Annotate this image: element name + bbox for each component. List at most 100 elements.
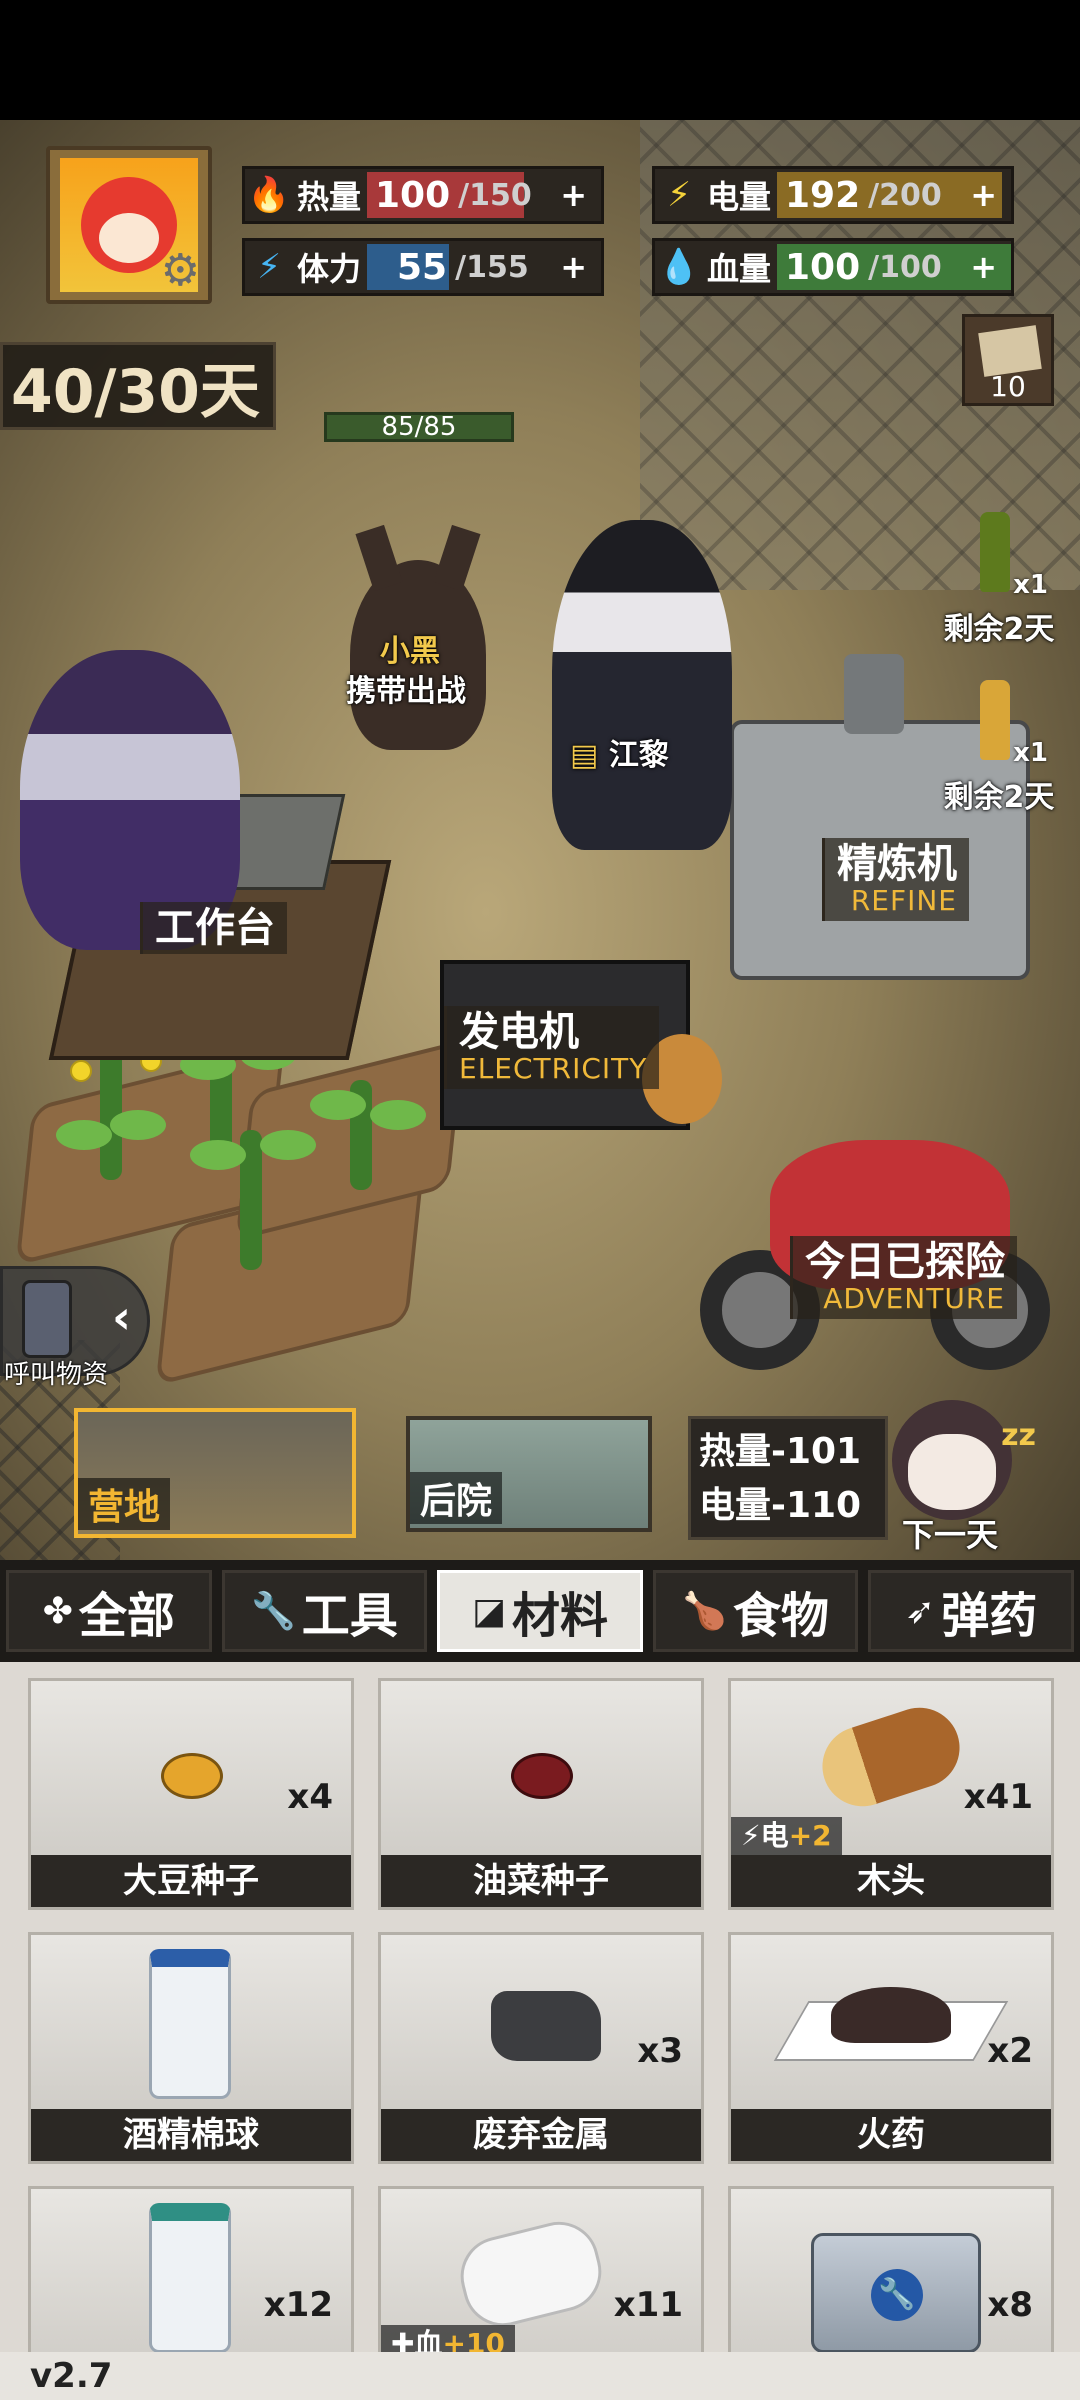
item-toolbox[interactable]: 🔧 x8	[728, 2186, 1054, 2352]
gear-icon[interactable]: ⚙	[161, 245, 200, 296]
stat-health-plus-button[interactable]: +	[970, 248, 997, 286]
player-avatar[interactable]: ⚙	[46, 146, 212, 304]
fuel-bottle-icon	[980, 680, 1010, 760]
stat-power-max: /200	[868, 177, 942, 213]
scrap-metal-icon	[491, 1991, 601, 2061]
location-camp[interactable]: 营地	[74, 1408, 356, 1538]
adventure-label[interactable]: 今日已探险 ADVENTURE	[790, 1236, 1017, 1319]
item-name: 火药	[731, 2109, 1051, 2161]
stat-health-label: 血量	[707, 250, 772, 288]
day-counter: 40/30天	[0, 342, 276, 430]
bottom-strip	[0, 2352, 1080, 2400]
item-qty: x4	[287, 1777, 333, 1817]
dog-action[interactable]: 携带出战	[346, 666, 466, 710]
next-day-label: 下一天	[902, 1516, 999, 1554]
tab-materials[interactable]: ◪ 材料	[437, 1570, 643, 1652]
item-qty: x12	[263, 2285, 333, 2325]
stat-power-label: 电量	[707, 178, 772, 216]
call-supplies-label: 呼叫物资	[4, 1360, 109, 1390]
item-gunpowder[interactable]: x2 火药	[728, 1932, 1054, 2164]
generator-label[interactable]: 发电机 ELECTRICITY	[444, 1006, 660, 1089]
item-wood[interactable]: x41 ⚡电+2 木头	[728, 1678, 1054, 1910]
call-supplies-button[interactable]: ‹ 呼叫物资	[0, 1266, 160, 1390]
workbench-label[interactable]: 工作台	[140, 902, 287, 954]
letter-count: 10	[990, 370, 1026, 403]
stat-stamina-plus-button[interactable]: +	[560, 248, 587, 286]
stat-health[interactable]: 💧 血量 100 /100 +	[652, 238, 1014, 296]
rapeseed-icon	[511, 1753, 573, 1799]
sleeping-character-icon	[892, 1400, 1012, 1520]
refiner-output-1-remaining: 剩余2天	[943, 612, 1055, 647]
item-bonus: ⚡电+2	[731, 1817, 842, 1855]
cost-heat: 热量-101	[699, 1431, 862, 1472]
refiner-output-1[interactable]: x1 剩余2天	[934, 512, 1054, 647]
item-qty: x2	[987, 2031, 1033, 2071]
stat-stamina[interactable]: ⚡ 体力 55 /155 +	[242, 238, 604, 296]
drumstick-icon: 🍗	[682, 1591, 727, 1632]
refiner-output-2[interactable]: x1 剩余2天	[934, 680, 1054, 815]
next-day-button[interactable]: zz 下一天	[876, 1400, 1036, 1554]
tab-food[interactable]: 🍗 食物	[652, 1570, 859, 1652]
inventory-grid: x4 大豆种子 油菜种子 x41 ⚡电+2 木头 酒精棉球 x3 废弃金属 x2…	[0, 1662, 1080, 2352]
tab-materials-label: 材料	[511, 1588, 608, 1644]
tab-ammo-label: 弹药	[941, 1588, 1038, 1644]
antibiotic-jar-icon	[149, 2203, 231, 2352]
version-label: v2.7	[30, 2356, 113, 2396]
item-name: 油菜种子	[381, 1855, 701, 1907]
item-name: 废弃金属	[381, 2109, 701, 2161]
officer-name[interactable]: ▤ 江黎	[570, 730, 669, 774]
item-bonus-value: +10	[442, 2327, 505, 2352]
item-name: 酒精棉球	[31, 2109, 351, 2161]
location-camp-label: 营地	[78, 1478, 171, 1530]
cost-power: 电量-110	[699, 1485, 862, 1526]
item-rapeseed-seed[interactable]: 油菜种子	[378, 1678, 704, 1910]
location-backyard-label: 后院	[410, 1472, 503, 1524]
radio-icon	[22, 1280, 72, 1358]
item-antibiotic[interactable]: x12	[28, 2186, 354, 2352]
next-day-cost: 热量-101 电量-110	[688, 1416, 888, 1540]
letter-button[interactable]: 10	[962, 314, 1054, 406]
tab-all[interactable]: ✤ 全部	[6, 1570, 212, 1652]
stat-heat[interactable]: 🔥 热量 100 /150 +	[242, 166, 604, 224]
item-scrap-metal[interactable]: x3 废弃金属	[378, 1932, 704, 2164]
dog-name: 小黑	[380, 634, 440, 669]
gunpowder-pile	[831, 1987, 951, 2043]
chevron-left-icon: ‹	[112, 1290, 131, 1344]
adventure-title: 今日已探险	[805, 1239, 1005, 1285]
stat-power[interactable]: ⚡ 电量 192 /200 +	[652, 166, 1014, 224]
lightning-icon: ⚡	[257, 247, 281, 287]
bullet-icon: ➶	[905, 1590, 936, 1632]
stat-power-plus-button[interactable]: +	[970, 176, 997, 214]
wrench-icon: 🔧	[250, 1591, 296, 1632]
stat-stamina-label: 体力	[297, 250, 362, 288]
wood-log-icon	[812, 1697, 970, 1817]
item-alcohol-cotton[interactable]: 酒精棉球	[28, 1932, 354, 2164]
stat-heat-label: 热量	[297, 178, 362, 216]
location-backyard[interactable]: 后院	[406, 1416, 652, 1532]
item-bandage[interactable]: x11 ✚血+10	[378, 2186, 704, 2352]
tab-ammo[interactable]: ➶ 弹药	[868, 1570, 1074, 1652]
status-bar	[0, 0, 1080, 120]
sleep-icon: zz	[1001, 1418, 1036, 1453]
item-soybean-seed[interactable]: x4 大豆种子	[28, 1678, 354, 1910]
tab-food-label: 食物	[732, 1588, 829, 1644]
item-bonus-label: 血	[414, 2327, 443, 2352]
material-icon: ◪	[471, 1590, 506, 1632]
battery-icon: ⚡	[667, 175, 691, 215]
stat-health-max: /100	[868, 249, 942, 285]
character-officer[interactable]	[552, 520, 732, 850]
item-bonus: ✚血+10	[381, 2325, 515, 2352]
item-bonus-value: +2	[788, 1819, 832, 1852]
refiner-label[interactable]: 精炼机 REFINE	[822, 838, 969, 921]
refiner-output-2-count: x1	[1013, 738, 1048, 768]
item-bonus-label: 电	[760, 1819, 789, 1852]
badge-icon: ▤	[570, 738, 599, 773]
stat-heat-plus-button[interactable]: +	[560, 176, 587, 214]
generator-title: 发电机	[459, 1009, 579, 1055]
item-qty: x11	[613, 2285, 683, 2325]
tab-all-label: 全部	[78, 1588, 175, 1644]
clover-icon: ✤	[42, 1590, 73, 1632]
adventure-subtitle: ADVENTURE	[823, 1282, 1005, 1315]
tab-tools[interactable]: 🔧 工具	[221, 1570, 428, 1652]
stat-heat-max: /150	[458, 177, 532, 213]
